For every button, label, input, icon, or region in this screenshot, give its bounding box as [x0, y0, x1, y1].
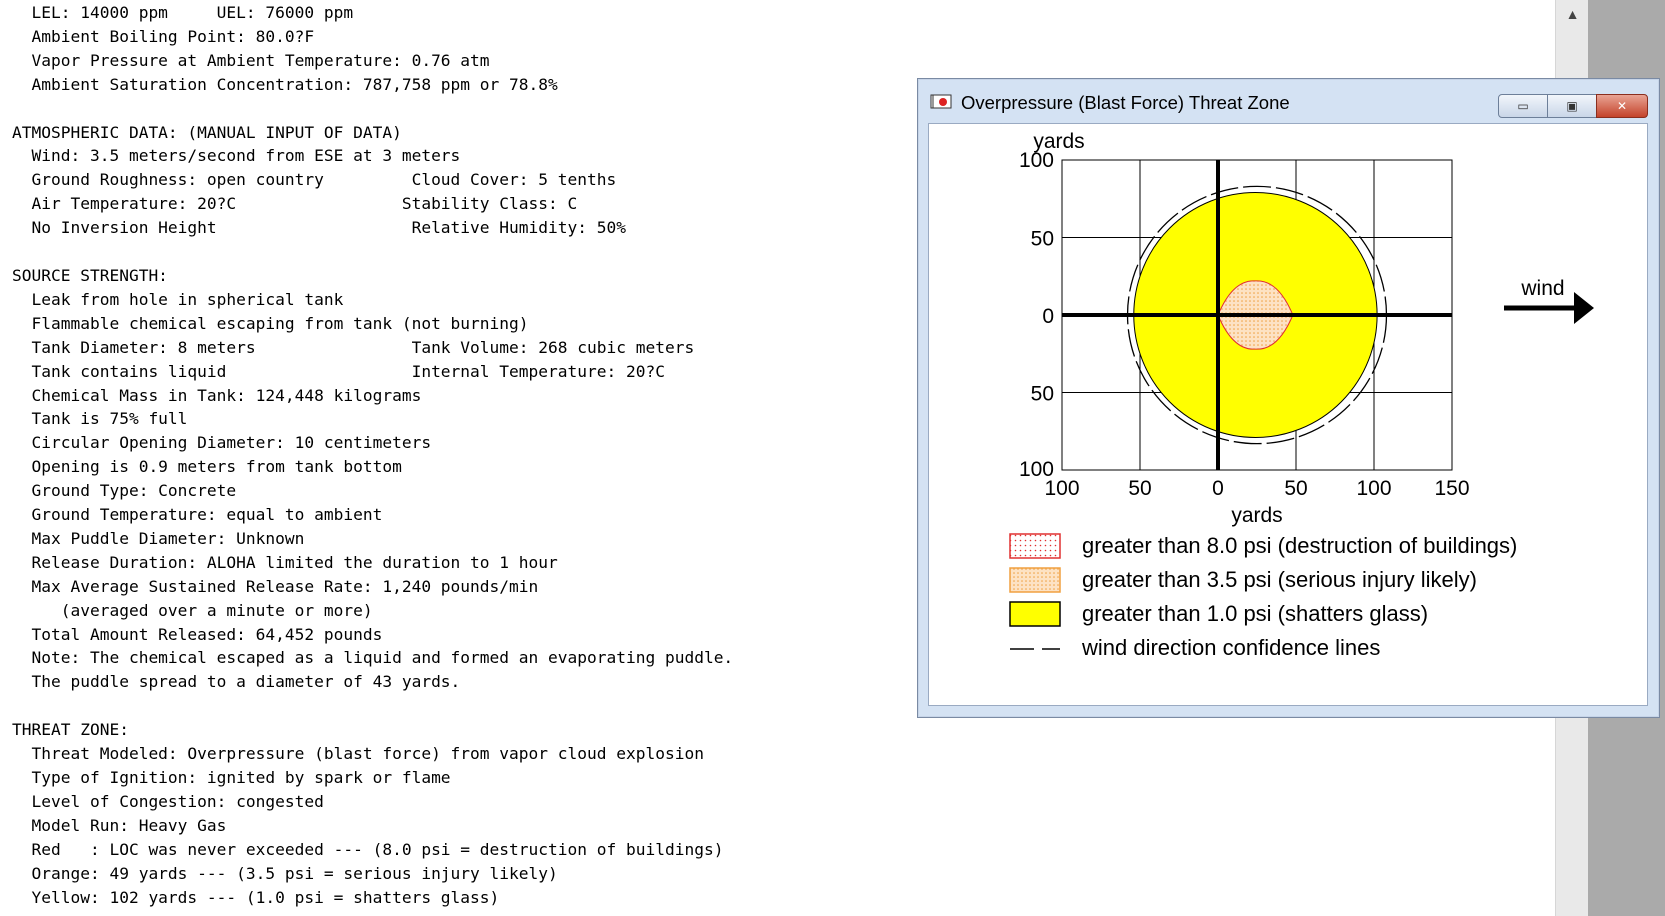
minimize-button[interactable]: ▭	[1498, 94, 1548, 118]
legend-swatch-yellow	[1009, 601, 1061, 627]
x-axis-title: yards	[1231, 504, 1282, 527]
report-text: LEL: 14000 ppm UEL: 76000 ppm Ambient Bo…	[12, 3, 734, 907]
threat-zone-chart: 100 50 0 50 100 15010050050100yardsyards wind…	[1009, 130, 1594, 660]
threat-zone-window[interactable]: Overpressure (Blast Force) Threat Zone ▭…	[917, 78, 1660, 718]
maximize-button[interactable]: ▣	[1547, 94, 1597, 118]
x-tick-label: 150	[1434, 477, 1469, 500]
x-tick-label: 0	[1212, 477, 1224, 500]
close-button[interactable]: ✕	[1596, 94, 1648, 118]
y-axis-title: yards	[1033, 130, 1084, 153]
y-tick-label: 100	[1019, 458, 1054, 481]
scroll-up-arrow-icon[interactable]: ▲	[1556, 0, 1589, 28]
app-icon	[930, 94, 952, 109]
y-tick-label: 0	[1042, 305, 1054, 328]
legend-label: greater than 8.0 psi (destruction of bui…	[1082, 533, 1517, 558]
legend-label: greater than 3.5 psi (serious injury lik…	[1082, 567, 1477, 592]
legend-label: greater than 1.0 psi (shatters glass)	[1082, 601, 1428, 626]
maximize-icon: ▣	[1566, 99, 1578, 113]
x-tick-label: 100	[1356, 477, 1391, 500]
window-titlebar[interactable]: Overpressure (Blast Force) Threat Zone ▭…	[918, 79, 1659, 121]
legend-swatch-orange	[1009, 567, 1061, 593]
legend-label: wind direction confidence lines	[1081, 635, 1380, 660]
y-tick-label: 50	[1031, 383, 1054, 406]
window-title: Overpressure (Blast Force) Threat Zone	[961, 92, 1290, 113]
wind-arrow-icon	[1574, 292, 1594, 324]
x-tick-label: 50	[1284, 477, 1307, 500]
legend-swatch-red	[1009, 533, 1061, 559]
close-icon: ✕	[1616, 99, 1628, 113]
x-tick-label: 50	[1128, 477, 1151, 500]
window-client-area: 100 50 0 50 100 150 100 50 0 50 100 yards yards wind…	[928, 123, 1648, 706]
minimize-icon: ▭	[1517, 99, 1529, 113]
wind-label: wind	[1520, 277, 1564, 300]
y-tick-label: 50	[1031, 228, 1054, 251]
